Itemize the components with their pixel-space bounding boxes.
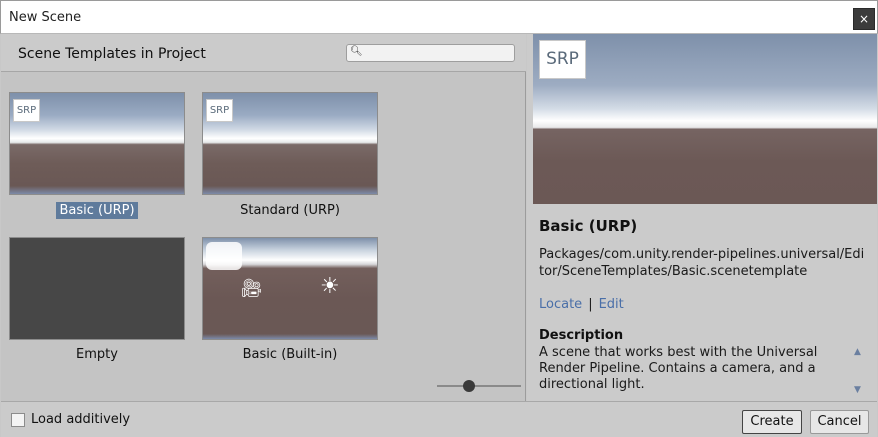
- template-label: Basic (Built-in): [242, 347, 338, 362]
- scroll-up-icon[interactable]: ▲: [854, 347, 861, 357]
- zoom-slider-track[interactable]: [437, 385, 521, 387]
- close-button[interactable]: ×: [853, 8, 875, 30]
- camera-icon: 🎥︎: [240, 278, 263, 299]
- template-preview: SRP: [533, 34, 877, 204]
- cancel-button[interactable]: Cancel: [810, 410, 869, 434]
- srp-badge: SRP: [539, 40, 586, 79]
- template-thumbnail: [9, 237, 185, 340]
- load-additively-checkbox[interactable]: [11, 413, 25, 427]
- window-title: New Scene: [9, 10, 82, 25]
- template-thumbnail: SRP: [202, 92, 378, 195]
- templates-heading: Scene Templates in Project: [18, 46, 206, 62]
- title-bar: New Scene ×: [0, 0, 878, 34]
- search-input[interactable]: 🔍︎: [346, 44, 515, 62]
- template-label: Empty: [76, 347, 118, 362]
- templates-header: Scene Templates in Project 🔍︎: [1, 34, 526, 72]
- create-button[interactable]: Create: [742, 410, 802, 434]
- scroll-down-icon[interactable]: ▼: [854, 385, 861, 395]
- templates-panel: Scene Templates in Project 🔍︎ SRP Basic …: [1, 34, 526, 401]
- load-additively-label: Load additively: [31, 412, 131, 427]
- unity-logo: [206, 242, 242, 270]
- description-text: A scene that works best with the Univers…: [539, 345, 818, 392]
- details-panel: SRP Basic (URP) Packages/com.unity.rende…: [527, 34, 877, 401]
- template-path: Packages/com.unity.render-pipelines.univ…: [539, 247, 865, 279]
- locate-link[interactable]: Locate: [539, 297, 582, 312]
- template-actions: Locate | Edit: [539, 297, 624, 312]
- template-thumbnail: 🎥︎ ☀︎: [202, 237, 378, 340]
- template-label: Basic (URP): [56, 202, 138, 219]
- edit-link[interactable]: Edit: [599, 297, 624, 312]
- zoom-slider-thumb[interactable]: [463, 380, 475, 392]
- srp-badge: SRP: [206, 99, 233, 122]
- template-title: Basic (URP): [539, 217, 638, 235]
- template-label: Standard (URP): [240, 203, 340, 218]
- dialog-footer: Load additively Create Cancel: [1, 401, 877, 437]
- sun-icon: ☀︎: [320, 274, 340, 299]
- srp-badge: SRP: [13, 99, 40, 122]
- link-separator: |: [588, 297, 593, 312]
- close-icon: ×: [858, 12, 870, 26]
- search-icon: 🔍︎: [350, 46, 363, 57]
- template-thumbnail: SRP: [9, 92, 185, 195]
- description-heading: Description: [539, 328, 624, 343]
